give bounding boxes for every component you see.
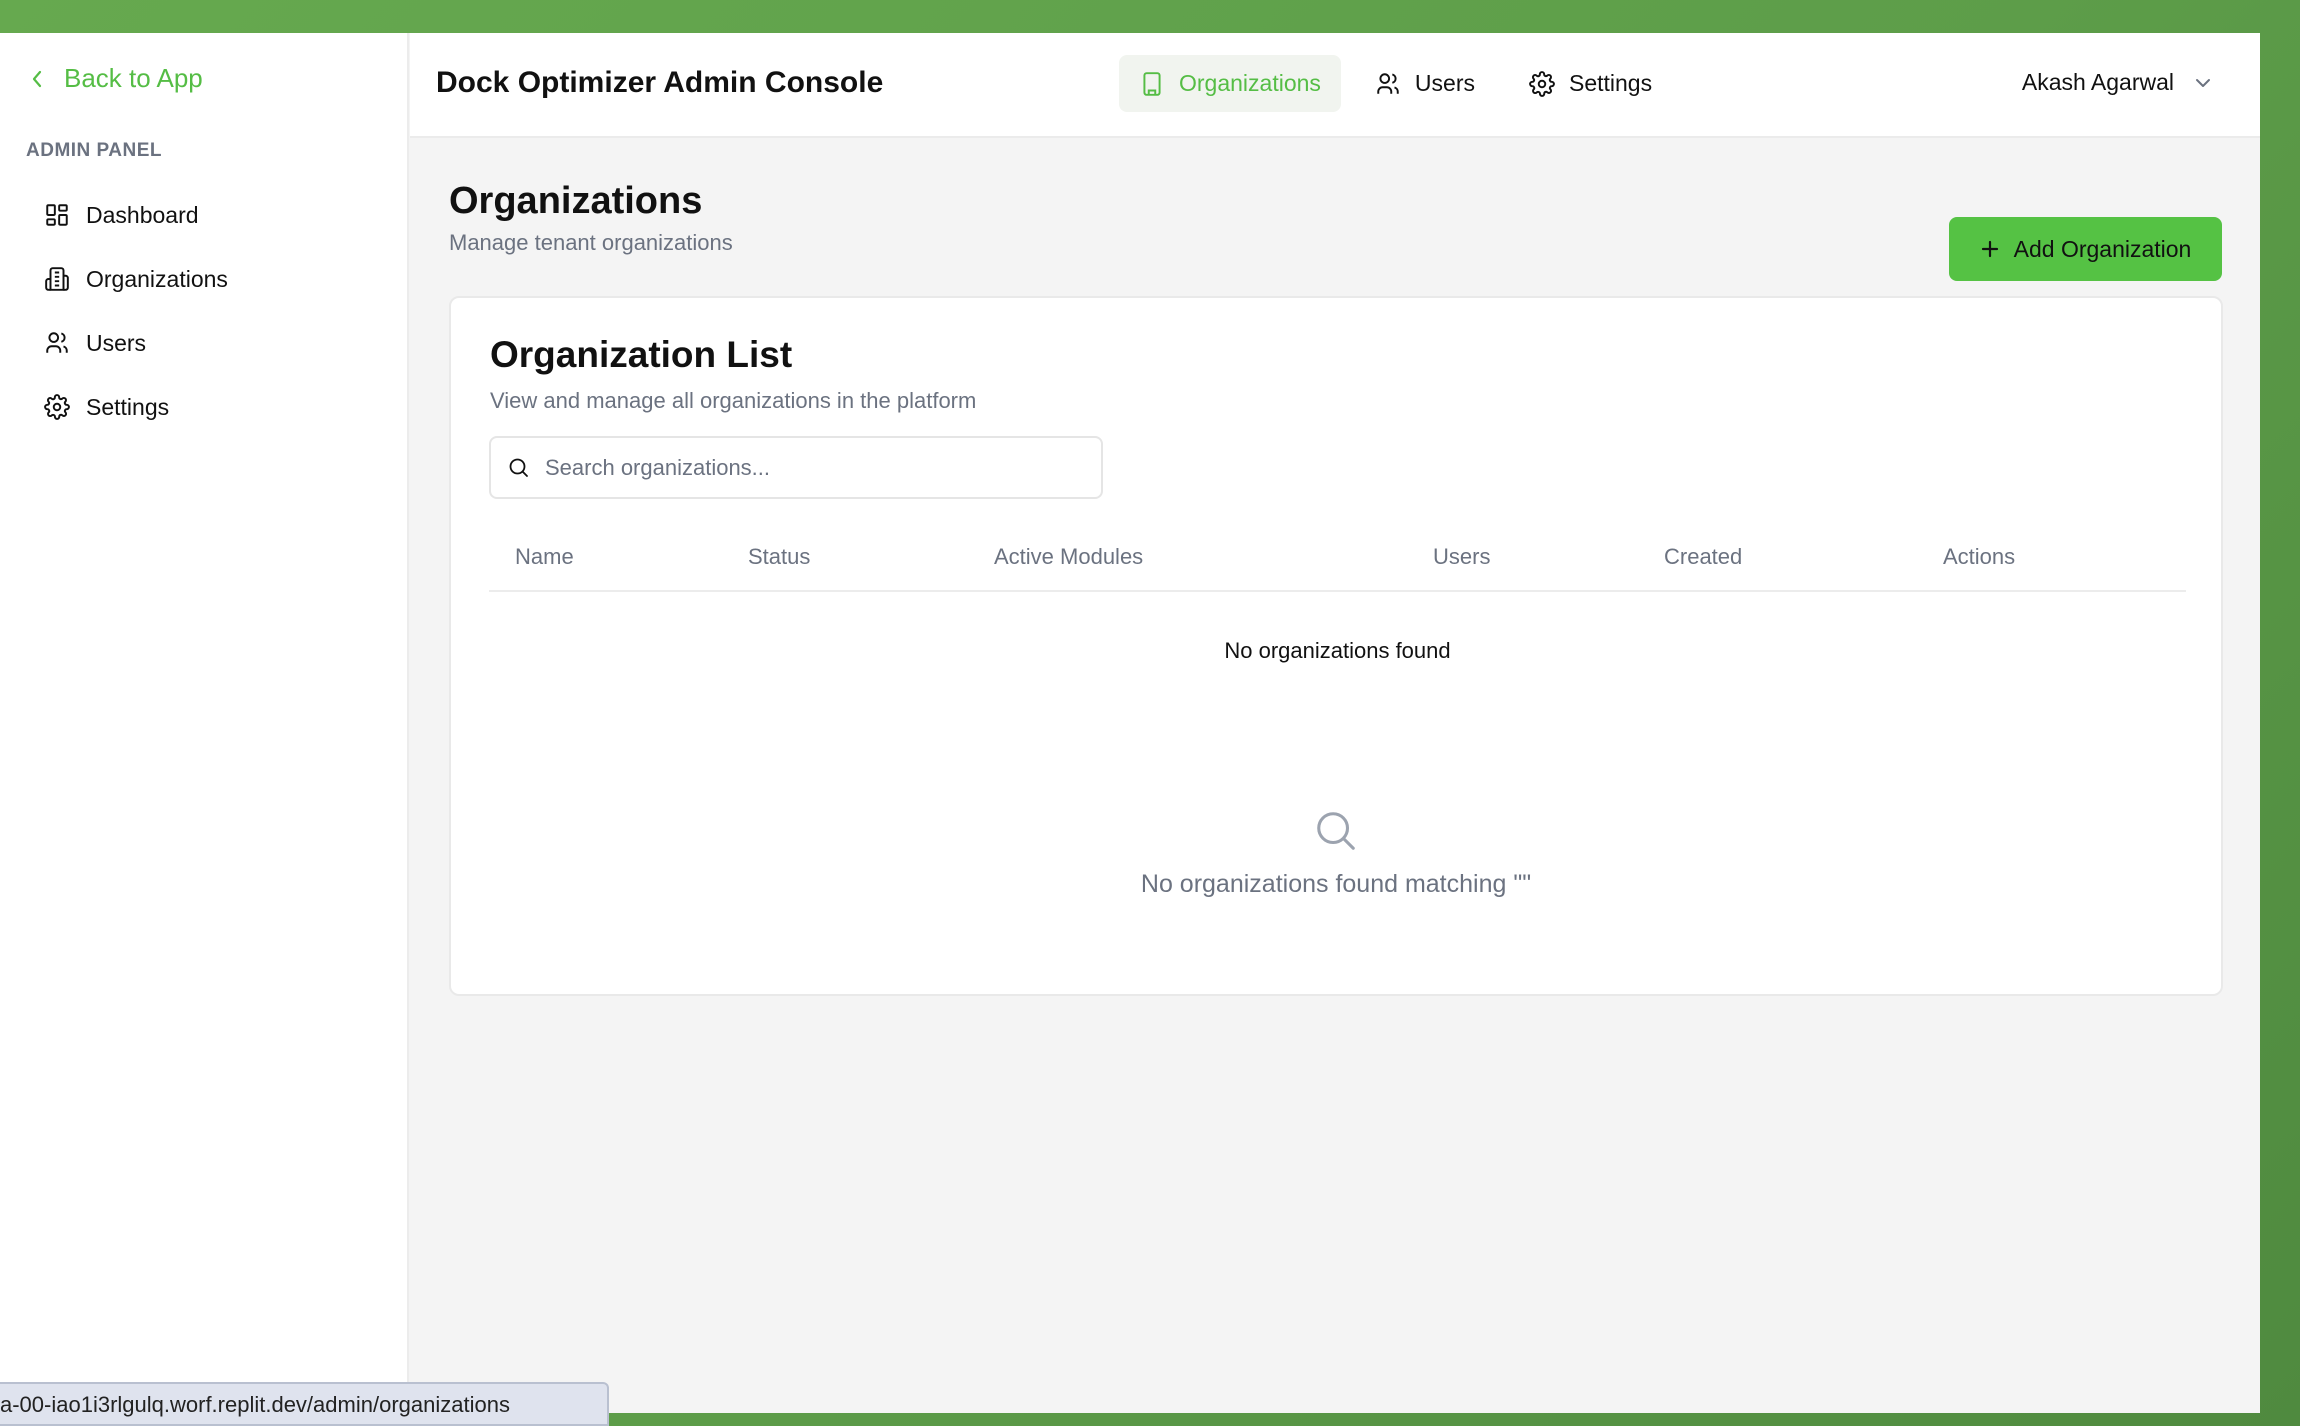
gear-icon — [44, 394, 70, 420]
card-description: View and manage all organizations in the… — [490, 388, 977, 413]
sidebar-item-label: Settings — [86, 393, 170, 420]
back-to-app-label: Back to App — [64, 63, 203, 93]
user-menu[interactable]: Akash Agarwal — [2022, 69, 2212, 96]
top-nav-label: Organizations — [1179, 70, 1321, 96]
add-organization-button[interactable]: Add Organization — [1949, 217, 2222, 281]
dashboard-icon — [46, 204, 68, 226]
user-name: Akash Agarwal — [2021, 69, 2174, 95]
chevron-down-icon — [2196, 78, 2210, 87]
back-to-app-link[interactable]: Back to App — [30, 63, 203, 94]
chevron-left-icon — [32, 70, 42, 87]
column-header-status: Status — [748, 544, 811, 569]
top-nav-settings[interactable]: Settings — [1509, 55, 1672, 112]
app-title: Dock Optimizer Admin Console — [436, 66, 884, 99]
top-header: Dock Optimizer Admin Console Organizatio… — [410, 33, 2260, 138]
table-header: Name Status Active Modules Users Created… — [489, 524, 2186, 592]
sidebar-item-label: Users — [86, 329, 147, 356]
admin-panel-heading: ADMIN PANEL — [26, 140, 163, 161]
gear-icon — [1529, 70, 1555, 97]
column-header-active-modules: Active Modules — [994, 544, 1144, 569]
status-bar-url: a-00-iao1i3rlgulq.worf.replit.dev/admin/… — [0, 1382, 609, 1426]
users-icon — [1377, 72, 1399, 94]
sidebar-item-dashboard[interactable]: Dashboard — [30, 183, 390, 247]
main-content: Organizations Manage tenant organization… — [410, 136, 2260, 1413]
column-header-users: Users — [1433, 544, 1491, 569]
top-nav-label: Users — [1414, 70, 1475, 96]
sidebar-item-label: Dashboard — [86, 201, 199, 228]
search-icon — [1317, 812, 1355, 850]
organization-list-card: Organization List View and manage all or… — [449, 296, 2223, 996]
column-header-created: Created — [1664, 544, 1743, 569]
search-box — [489, 436, 1103, 499]
empty-state-message: No organizations found matching "" — [1140, 870, 1532, 898]
column-header-name: Name — [515, 544, 574, 569]
search-input[interactable] — [543, 453, 1087, 482]
users-icon — [46, 332, 68, 353]
sidebar: Back to App ADMIN PANEL Dashboard Organi… — [0, 33, 409, 1413]
sidebar-nav: Dashboard Organizations Users Settings — [30, 183, 390, 439]
top-nav-label: Settings — [1568, 70, 1653, 96]
search-icon — [509, 458, 528, 477]
empty-state: No organizations found matching "" — [451, 808, 2221, 899]
sidebar-item-label: Organizations — [86, 265, 228, 292]
column-header-actions: Actions — [1943, 544, 2016, 569]
card-title: Organization List — [490, 334, 793, 375]
building-icon — [1143, 71, 1161, 96]
top-nav-organizations[interactable]: Organizations — [1119, 55, 1341, 112]
top-nav: Organizations Users Settings — [1119, 55, 1672, 112]
page-subtitle: Manage tenant organizations — [449, 230, 733, 255]
sidebar-item-organizations[interactable]: Organizations — [30, 247, 390, 311]
building-icon — [45, 267, 69, 291]
organizations-table: Name Status Active Modules Users Created… — [489, 524, 2186, 663]
app-window: Back to App ADMIN PANEL Dashboard Organi… — [0, 33, 2260, 1413]
status-bar-url-text: a-00-iao1i3rlgulq.worf.replit.dev/admin/… — [0, 1392, 510, 1417]
page-title: Organizations — [449, 180, 703, 222]
empty-table-row: No organizations found — [1224, 638, 1451, 663]
top-nav-users[interactable]: Users — [1355, 55, 1495, 112]
plus-icon — [1981, 240, 1998, 258]
sidebar-item-settings[interactable]: Settings — [30, 375, 390, 439]
sidebar-item-users[interactable]: Users — [30, 311, 390, 375]
add-organization-label: Add Organization — [2013, 235, 2192, 262]
